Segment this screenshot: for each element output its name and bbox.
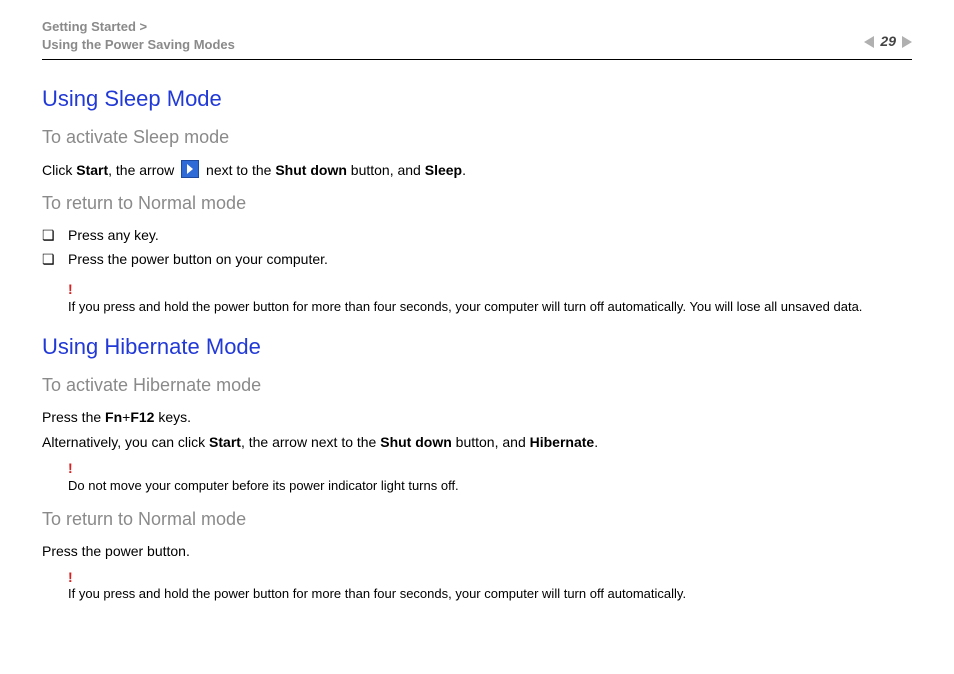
sleep-return-heading: To return to Normal mode xyxy=(42,191,912,216)
sleep-activate-text: Click Start, the arrow next to the Shut … xyxy=(42,160,912,181)
breadcrumb-top-link[interactable]: Getting Started > xyxy=(42,19,147,34)
page-number: 29 xyxy=(880,32,896,52)
hibernate-return-heading: To return to Normal mode xyxy=(42,507,912,532)
list-item: Press any key. xyxy=(42,226,912,246)
breadcrumb-sub-link[interactable]: Using the Power Saving Modes xyxy=(42,37,235,52)
next-page-icon[interactable] xyxy=(902,36,912,48)
warning-icon: ! xyxy=(68,568,912,588)
page-header: Getting Started > Using the Power Saving… xyxy=(42,18,912,60)
hibernate-line2: Alternatively, you can click Start, the … xyxy=(42,433,912,453)
warning-icon: ! xyxy=(68,459,912,479)
pager: 29 xyxy=(864,18,912,52)
warning-text: Do not move your computer before its pow… xyxy=(68,478,459,493)
page: Getting Started > Using the Power Saving… xyxy=(0,0,954,603)
warning-icon: ! xyxy=(68,280,912,300)
hibernate-return-text: Press the power button. xyxy=(42,542,912,562)
sleep-warning: ! If you press and hold the power button… xyxy=(68,280,912,316)
hibernate-line1: Press the Fn+F12 keys. xyxy=(42,408,912,428)
hibernate-activate-heading: To activate Hibernate mode xyxy=(42,373,912,398)
sleep-bullets: Press any key. Press the power button on… xyxy=(42,226,912,270)
hibernate-warning-1: ! Do not move your computer before its p… xyxy=(68,459,912,495)
hibernate-warning-2: ! If you press and hold the power button… xyxy=(68,568,912,604)
arrow-icon xyxy=(181,160,199,178)
breadcrumb: Getting Started > Using the Power Saving… xyxy=(42,18,235,53)
warning-text: If you press and hold the power button f… xyxy=(68,586,686,601)
prev-page-icon[interactable] xyxy=(864,36,874,48)
list-item: Press the power button on your computer. xyxy=(42,250,912,270)
warning-text: If you press and hold the power button f… xyxy=(68,299,862,314)
hibernate-title: Using Hibernate Mode xyxy=(42,332,912,363)
sleep-activate-heading: To activate Sleep mode xyxy=(42,125,912,150)
sleep-title: Using Sleep Mode xyxy=(42,84,912,115)
